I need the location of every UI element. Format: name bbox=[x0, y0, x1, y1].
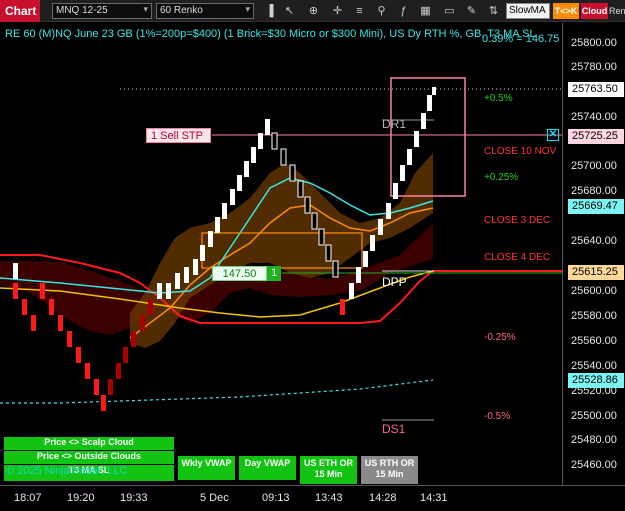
bar-type-selector[interactable]: 60 Renko ▾ bbox=[156, 3, 254, 19]
level-close-10-nov: CLOSE 10 NOV bbox=[484, 146, 557, 157]
strategy-icon[interactable]: ⚲ bbox=[374, 3, 389, 19]
price-flag-sell-stop: 25725.25 bbox=[568, 129, 624, 144]
level-minus-05: -0.5% bbox=[484, 411, 511, 422]
chevron-down-icon: ▾ bbox=[245, 4, 250, 14]
instrument-label: MNQ 12-25 bbox=[56, 5, 108, 16]
close-order-icon[interactable]: ✕ bbox=[547, 129, 559, 141]
y-tick: 25680.00 bbox=[571, 185, 617, 197]
x-tick: 19:33 bbox=[120, 492, 148, 504]
weekly-vwap-button[interactable]: Wkly VWAP bbox=[178, 456, 235, 480]
template-icon[interactable]: ▦ bbox=[418, 3, 433, 19]
y-tick: 25480.00 bbox=[571, 434, 617, 446]
y-tick: 25800.00 bbox=[571, 37, 617, 49]
price-flag-last: 25763.50 bbox=[568, 82, 624, 97]
outside-clouds-button[interactable]: Price <> Outside Clouds bbox=[4, 451, 174, 464]
x-tick: 13:43 bbox=[315, 492, 343, 504]
price-flag-lower: 25528.86 bbox=[568, 373, 624, 388]
x-tick: 09:13 bbox=[262, 492, 290, 504]
indicator-icon[interactable]: ƒ bbox=[396, 3, 411, 19]
cloud-toggle[interactable]: Cloud bbox=[581, 3, 608, 19]
y-tick: 25580.00 bbox=[571, 310, 617, 322]
cyan-dashed-line bbox=[0, 379, 434, 404]
instrument-selector[interactable]: MNQ 12-25 ▾ bbox=[52, 3, 152, 19]
chart-menu-button[interactable]: Chart bbox=[0, 0, 40, 22]
level-plus-05: +0.5% bbox=[484, 93, 513, 104]
copyright-text: © 2025 NinjaTrader, LLC bbox=[6, 465, 128, 477]
ds1-label: DS1 bbox=[382, 422, 406, 436]
level-close-4-dec: CLOSE 4 DEC bbox=[484, 252, 551, 263]
y-tick: 25540.00 bbox=[571, 360, 617, 372]
level-minus-025: -0.25% bbox=[484, 332, 516, 343]
slow-ma-toggle[interactable]: SlowMA bbox=[506, 3, 550, 19]
y-tick: 25640.00 bbox=[571, 235, 617, 247]
drawing-icon[interactable]: ✎ bbox=[464, 3, 479, 19]
properties-icon[interactable]: ≡ bbox=[352, 3, 367, 19]
y-tick: 25780.00 bbox=[571, 61, 617, 73]
chart-title-text: RE 60 (M)NQ June 23 GB (1%=200p=$400) (1… bbox=[5, 28, 536, 40]
time-axis[interactable]: 18:07 19:20 19:33 5 Dec 09:13 13:43 14:2… bbox=[0, 485, 625, 511]
renko-toggle[interactable]: Ren bbox=[609, 3, 625, 19]
bar-type-label: 60 Renko bbox=[160, 5, 203, 16]
price-flag-dpp: 25615.25 bbox=[568, 265, 624, 280]
price-flag-cyan-ma: 25669.47 bbox=[568, 199, 624, 214]
y-tick: 25500.00 bbox=[571, 410, 617, 422]
position-entry-price[interactable]: 147.50 bbox=[212, 266, 267, 281]
pct-overlay: 0.39% = 146.75 bbox=[482, 33, 560, 45]
zoom-icon[interactable]: ⊕ bbox=[306, 3, 321, 19]
position-quantity[interactable]: 1 bbox=[267, 266, 281, 281]
tenkan-kijun-toggle[interactable]: T<>K bbox=[553, 3, 579, 19]
y-tick: 25560.00 bbox=[571, 335, 617, 347]
y-tick: 25740.00 bbox=[571, 111, 617, 123]
us-eth-or-button[interactable]: US ETH OR 15 Min bbox=[300, 456, 357, 484]
chevron-down-icon: ▾ bbox=[143, 4, 148, 14]
x-tick: 18:07 bbox=[14, 492, 42, 504]
x-tick: 14:28 bbox=[369, 492, 397, 504]
x-tick: 14:31 bbox=[420, 492, 448, 504]
dpp-label: DPP bbox=[382, 275, 407, 289]
y-tick: 25700.00 bbox=[571, 160, 617, 172]
bar-chart-icon[interactable]: ▐ bbox=[262, 3, 277, 19]
dr1-label: DR1 bbox=[382, 117, 407, 131]
y-tick: 25460.00 bbox=[571, 459, 617, 471]
pointer-icon[interactable]: ↖ bbox=[282, 3, 297, 19]
chart-canvas bbox=[0, 77, 562, 421]
crosshair-icon[interactable]: ✛ bbox=[330, 3, 345, 19]
scalp-cloud-button[interactable]: Price <> Scalp Cloud bbox=[4, 437, 174, 450]
day-vwap-button[interactable]: Day VWAP bbox=[239, 456, 296, 480]
x-tick: 5 Dec bbox=[200, 492, 229, 504]
chart-toolbar: Chart MNQ 12-25 ▾ 60 Renko ▾ ▐ ↖ ⊕ ✛ ≡ ⚲… bbox=[0, 0, 625, 22]
price-chart[interactable] bbox=[0, 23, 562, 485]
level-plus-025: +0.25% bbox=[484, 172, 519, 183]
sell-stop-order[interactable]: 1 Sell STP bbox=[146, 128, 211, 143]
x-tick: 19:20 bbox=[67, 492, 95, 504]
order-icon[interactable]: ⇅ bbox=[486, 3, 501, 19]
window-icon[interactable]: ▭ bbox=[442, 3, 457, 19]
chart-title: RE 60 (M)NQ June 23 GB (1%=200p=$400) (1… bbox=[5, 28, 536, 40]
level-close-3-dec: CLOSE 3 DEC bbox=[484, 215, 551, 226]
y-tick: 25600.00 bbox=[571, 285, 617, 297]
us-rth-or-button[interactable]: US RTH OR 15 Min bbox=[361, 456, 418, 484]
